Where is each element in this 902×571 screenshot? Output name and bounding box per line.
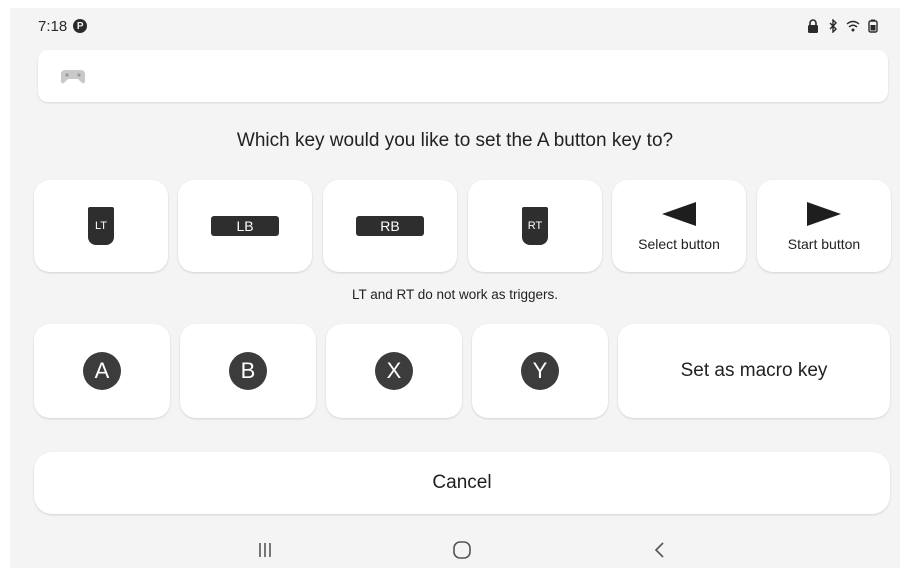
triangle-right-icon xyxy=(807,202,841,226)
key-start-button[interactable]: Start button xyxy=(757,180,891,272)
battery-icon xyxy=(868,19,878,33)
x-label: X xyxy=(386,358,402,383)
dialog-screen: 7:18 P Which key would you like to set t… xyxy=(10,8,900,568)
rt-icon: RT xyxy=(522,207,548,245)
triangle-left-icon xyxy=(662,202,696,226)
key-lt-button[interactable]: LT xyxy=(34,180,168,272)
start-label: Start button xyxy=(787,236,861,252)
lt-label: LT xyxy=(94,220,108,232)
key-a-button[interactable]: A xyxy=(34,324,170,418)
set-macro-key-button[interactable]: Set as macro key xyxy=(618,324,890,418)
recents-button[interactable] xyxy=(251,536,279,564)
back-icon xyxy=(654,542,664,558)
a-icon: A xyxy=(83,352,121,390)
status-bar: 7:18 P xyxy=(10,8,900,44)
key-rt-button[interactable]: RT xyxy=(468,180,602,272)
status-time: 7:18 xyxy=(38,17,68,35)
rt-label: RT xyxy=(527,220,543,232)
navigation-bar xyxy=(10,532,900,568)
trigger-note: LT and RT do not work as triggers. xyxy=(351,287,559,302)
dialog-prompt: Which key would you like to set the A bu… xyxy=(236,130,674,151)
gamepad-icon xyxy=(61,70,85,84)
home-icon xyxy=(453,541,471,559)
x-icon: X xyxy=(375,352,413,390)
recents-icon xyxy=(259,543,271,557)
y-icon: Y xyxy=(521,352,559,390)
key-lb-button[interactable]: LB xyxy=(178,180,312,272)
key-b-button[interactable]: B xyxy=(180,324,316,418)
b-icon: B xyxy=(229,352,267,390)
key-x-button[interactable]: X xyxy=(326,324,462,418)
b-label: B xyxy=(240,358,256,383)
key-rb-button[interactable]: RB xyxy=(323,180,457,272)
app-header-card xyxy=(38,50,888,102)
p-app-icon: P xyxy=(73,19,88,33)
back-button[interactable] xyxy=(646,536,674,564)
lb-icon: LB xyxy=(211,216,279,236)
a-label: A xyxy=(94,358,110,383)
y-label: Y xyxy=(532,358,548,383)
lock-icon xyxy=(808,19,818,33)
rb-icon: RB xyxy=(356,216,424,236)
home-button[interactable] xyxy=(448,536,476,564)
rb-label: RB xyxy=(380,218,400,234)
macro-label: Set as macro key xyxy=(680,360,828,381)
key-y-button[interactable]: Y xyxy=(472,324,608,418)
lt-icon: LT xyxy=(88,207,114,245)
lb-label: LB xyxy=(236,218,254,234)
key-select-button[interactable]: Select button xyxy=(612,180,746,272)
select-label: Select button xyxy=(638,236,720,252)
wifi-icon xyxy=(846,20,860,32)
cancel-button[interactable]: Cancel xyxy=(34,452,890,514)
bluetooth-icon xyxy=(829,19,837,33)
